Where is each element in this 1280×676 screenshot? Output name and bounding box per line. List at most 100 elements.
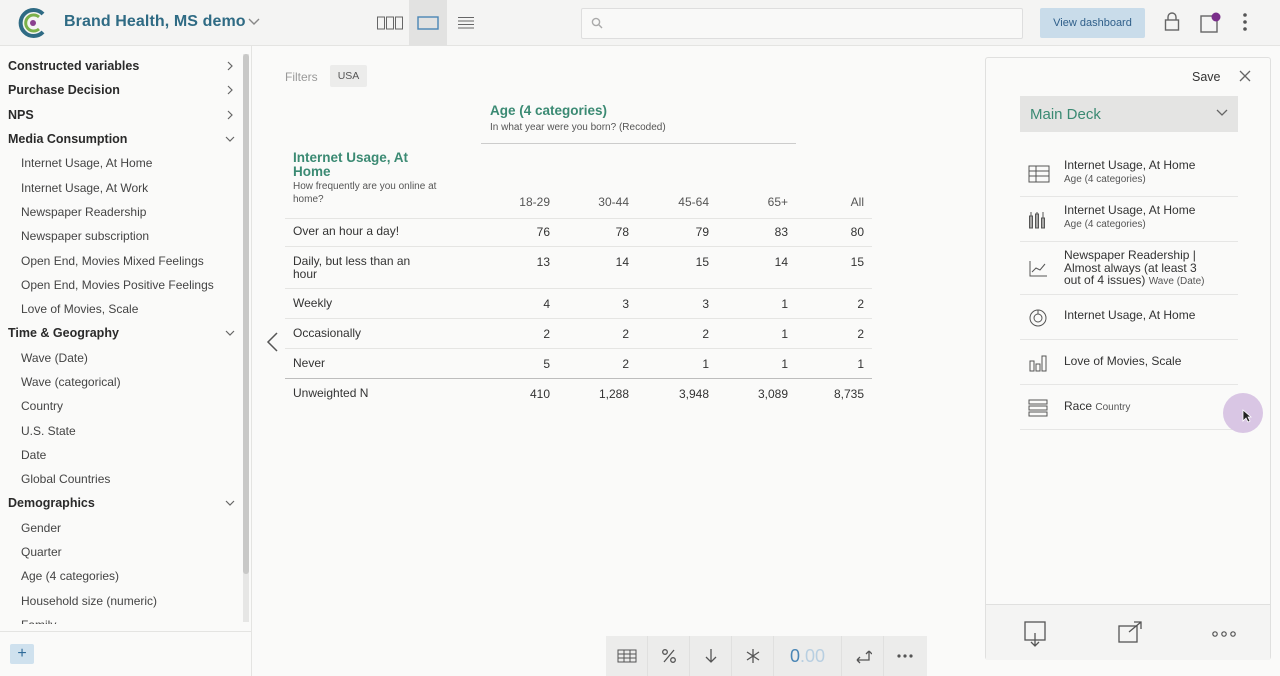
sidebar-group[interactable]: Time & Geography — [0, 321, 243, 345]
more-horizontal-icon[interactable] — [1212, 631, 1236, 637]
chevron-right-icon[interactable] — [225, 61, 235, 71]
sidebar-item[interactable]: Country — [0, 394, 243, 418]
deck-item-subtitle: Age (4 categories) — [1064, 218, 1146, 230]
dataset-title[interactable]: Brand Health, MS demo — [64, 13, 246, 31]
app-logo-icon[interactable] — [17, 7, 49, 39]
sidebar-group[interactable]: Constructed variables — [0, 54, 243, 78]
row-variable-title: Internet Usage, At Home — [293, 150, 409, 179]
lock-icon[interactable] — [1164, 12, 1180, 32]
table-cell: 3 — [622, 297, 629, 311]
export-icon[interactable] — [1118, 621, 1142, 643]
table-cell: 76 — [536, 225, 550, 239]
table-cell: 1 — [857, 357, 864, 371]
search-input[interactable] — [581, 8, 1023, 39]
sidebar-item-label: Newspaper Readership — [21, 204, 147, 219]
sort-button[interactable] — [690, 636, 732, 676]
deck-item[interactable]: Internet Usage, At Home — [1020, 295, 1238, 340]
table-cell: 3 — [702, 297, 709, 311]
table-cell: 14 — [615, 255, 629, 269]
table-cell: 1 — [781, 297, 788, 311]
notifications-icon[interactable] — [1200, 12, 1222, 34]
swap-axes-button[interactable] — [842, 636, 884, 676]
deck-item[interactable]: Internet Usage, At Home Age (4 categories… — [1020, 152, 1238, 197]
total-row-label: Unweighted N — [293, 386, 369, 400]
sidebar-item-label: Purchase Decision — [8, 83, 120, 98]
deck-select[interactable]: Main Deck — [1020, 96, 1238, 132]
total-cell: 8,735 — [833, 387, 864, 401]
sidebar-group[interactable]: Purchase Decision — [0, 78, 243, 102]
deck-item[interactable]: Race Country — [1020, 385, 1238, 430]
deck-item[interactable]: Love of Movies, Scale — [1020, 340, 1238, 385]
download-icon[interactable] — [1024, 621, 1046, 647]
view-dashboard-button[interactable]: View dashboard — [1040, 8, 1145, 38]
scrollbar-thumb[interactable] — [243, 54, 249, 574]
chevron-down-icon[interactable] — [248, 16, 260, 26]
save-button[interactable]: Save — [1192, 70, 1221, 84]
add-variable-button[interactable]: + — [10, 644, 34, 664]
sidebar-item-label: Newspaper subscription — [21, 229, 150, 244]
more-options-button[interactable] — [884, 636, 926, 676]
list-lines-icon — [458, 17, 474, 29]
table-cell: 14 — [774, 255, 788, 269]
mouse-cursor-icon — [1242, 409, 1252, 423]
filter-chip[interactable]: USA — [330, 65, 367, 87]
sidebar-item[interactable]: U.S. State — [0, 418, 243, 442]
total-cell: 1,288 — [598, 387, 629, 401]
deck-item-title: Love of Movies, Scale — [1064, 355, 1234, 368]
arrow-down-icon — [705, 649, 716, 663]
sidebar-item[interactable]: Newspaper subscription — [0, 224, 243, 248]
sidebar-item-label: Open End, Movies Mixed Feelings — [21, 253, 204, 268]
chevron-down-icon[interactable] — [225, 134, 235, 144]
sidebar-scrollbar[interactable] — [243, 54, 249, 622]
sidebar-item[interactable]: Open End, Movies Positive Feelings — [0, 273, 243, 297]
table-view-button[interactable] — [606, 636, 648, 676]
sidebar-item-label: Global Countries — [21, 472, 111, 487]
deck-item-title: Race Country — [1064, 400, 1234, 415]
chevron-down-icon[interactable] — [225, 498, 235, 508]
view-three-column-button[interactable] — [371, 0, 409, 46]
view-list-button[interactable] — [447, 0, 485, 46]
sidebar-item[interactable]: Date — [0, 443, 243, 467]
deck-item[interactable]: Internet Usage, At Home Age (4 categories… — [1020, 197, 1238, 242]
sidebar-item[interactable]: Family — [0, 613, 243, 624]
sidebar-group[interactable]: Media Consumption — [0, 127, 243, 151]
column-header: 65+ — [767, 195, 788, 209]
table-cell: 2 — [543, 327, 550, 341]
sidebar-item[interactable]: Internet Usage, At Home — [0, 151, 243, 175]
significance-button[interactable] — [732, 636, 774, 676]
sidebar-group[interactable]: NPS — [0, 103, 243, 127]
table-cell: 1 — [702, 357, 709, 371]
sidebar-item[interactable]: Newspaper Readership — [0, 200, 243, 224]
sidebar-item[interactable]: Love of Movies, Scale — [0, 297, 243, 321]
sidebar-item[interactable]: Household size (numeric) — [0, 589, 243, 613]
deck-panel-footer — [986, 604, 1270, 660]
search-icon — [591, 17, 603, 29]
sidebar-item[interactable]: Wave (Date) — [0, 346, 243, 370]
donut-chart-icon — [1028, 308, 1050, 333]
chevron-right-icon[interactable] — [225, 110, 235, 120]
sidebar-item-label: Family — [21, 618, 56, 624]
more-vertical-icon[interactable] — [1240, 12, 1250, 34]
chevron-down-icon[interactable] — [225, 328, 235, 338]
chevron-right-icon[interactable] — [225, 85, 235, 95]
sidebar-item[interactable]: Internet Usage, At Work — [0, 175, 243, 199]
table-cell: 2 — [857, 297, 864, 311]
table-cell: 5 — [543, 357, 550, 371]
close-icon[interactable] — [1239, 70, 1251, 82]
decimal-places-button[interactable]: 0.00 — [774, 636, 842, 676]
sidebar-item[interactable]: Age (4 categories) — [0, 564, 243, 588]
sidebar-item[interactable]: Gender — [0, 516, 243, 540]
row-divider — [285, 246, 872, 247]
sidebar-item[interactable]: Global Countries — [0, 467, 243, 491]
sidebar-group[interactable]: Demographics — [0, 491, 243, 515]
chevron-left-icon[interactable] — [265, 331, 279, 353]
sidebar-item-label: Love of Movies, Scale — [21, 302, 139, 317]
percentage-button[interactable] — [648, 636, 690, 676]
table-cell: 79 — [695, 225, 709, 239]
sidebar-item[interactable]: Quarter — [0, 540, 243, 564]
table-cell: 2 — [857, 327, 864, 341]
deck-item[interactable]: Newspaper Readership | Almost always (at… — [1020, 242, 1238, 295]
view-single-button[interactable] — [409, 0, 447, 46]
sidebar-item[interactable]: Open End, Movies Mixed Feelings — [0, 248, 243, 272]
sidebar-item[interactable]: Wave (categorical) — [0, 370, 243, 394]
